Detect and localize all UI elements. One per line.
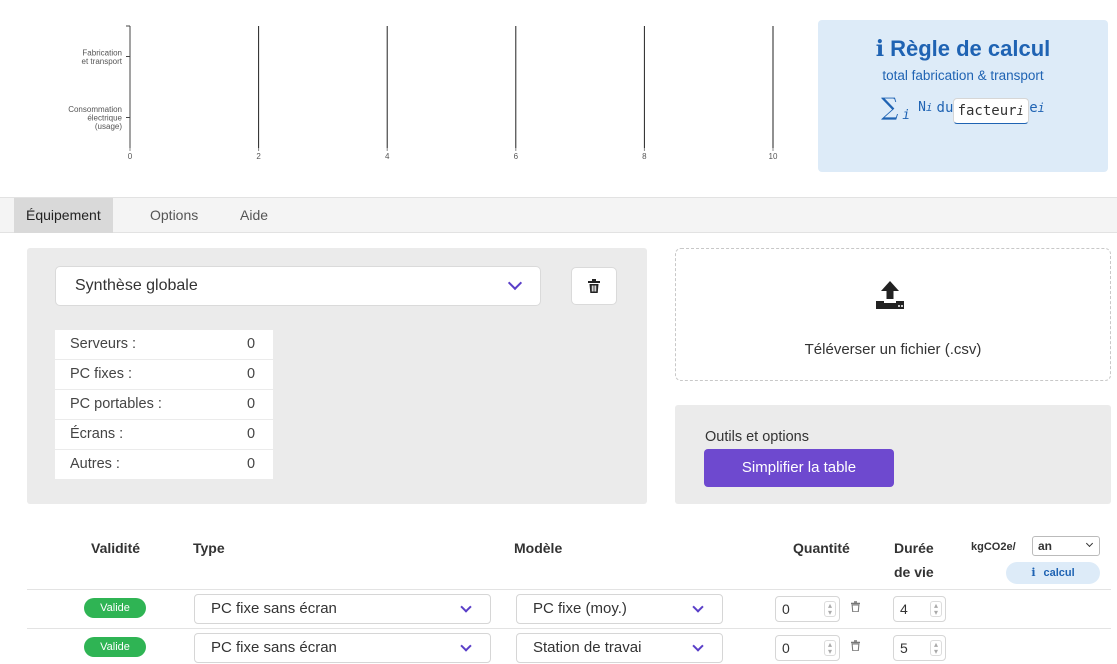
lifetime-stepper[interactable]: ▴ ▾ xyxy=(930,640,942,656)
delete-button[interactable] xyxy=(571,267,617,305)
category-label: (usage) xyxy=(95,122,122,131)
status-badge: Valide xyxy=(84,637,146,657)
n-term: Ni xyxy=(918,99,933,115)
calculation-rule-panel: i Règle de calcul total fabrication & tra… xyxy=(818,20,1108,172)
stat-row-ecrans: Écrans :0 xyxy=(55,420,273,449)
category-label: et transport xyxy=(82,57,123,66)
tools-label: Outils et options xyxy=(705,429,809,445)
stat-row-pc-fixes: PC fixes :0 xyxy=(55,360,273,389)
rule-formula: ∑ i Ni facteuri durée de viei xyxy=(818,93,1108,124)
row-divider xyxy=(27,589,1111,590)
info-icon: i xyxy=(875,36,885,62)
x-tick-label: 0 xyxy=(128,152,133,161)
rule-title: i Règle de calcul xyxy=(875,36,1051,62)
formula-fraction: facteuri durée de viei xyxy=(937,98,1045,124)
model-select[interactable]: Station de travai xyxy=(516,633,723,663)
quantity-input[interactable]: 0 ▴ ▾ xyxy=(775,635,840,661)
impact-chart: 0 2 4 6 8 10Fabricationet transportConsommati… xyxy=(68,25,778,161)
row-divider xyxy=(27,628,1111,629)
x-tick-label: 10 xyxy=(769,152,778,161)
row-delete-icon[interactable] xyxy=(851,601,860,612)
x-tick-label: 2 xyxy=(256,152,261,161)
chevron-down-icon xyxy=(692,601,704,613)
chevron-down-icon xyxy=(1085,539,1094,548)
header-lifetime-line1: Durée xyxy=(894,540,934,556)
tab-bar: Équipement Options Aide xyxy=(0,197,1117,233)
sum-symbol: ∑ xyxy=(881,93,899,121)
tab-aide[interactable]: Aide xyxy=(228,198,280,233)
quantity-input[interactable]: 0 ▴ ▾ xyxy=(775,596,840,622)
x-tick-label: 6 xyxy=(514,152,519,161)
chevron-down-icon xyxy=(460,601,472,613)
upload-label: Téléverser un fichier (.csv) xyxy=(804,341,982,358)
tab-options[interactable]: Options xyxy=(138,198,210,233)
synthesis-select-value: Synthèse globale xyxy=(75,277,198,294)
chevron-down-icon xyxy=(460,640,472,652)
lifetime-stepper[interactable]: ▴ ▾ xyxy=(930,601,942,617)
x-tick-label: 8 xyxy=(642,152,647,161)
stats-list: Serveurs :0 PC fixes :0 PC portables :0 … xyxy=(55,330,273,480)
synthesis-panel: Synthèse globale Serveurs :0 PC fixes :0… xyxy=(27,248,647,504)
header-model: Modèle xyxy=(514,540,563,556)
sum-index: i xyxy=(902,107,911,123)
stat-row-pc-portables: PC portables :0 xyxy=(55,390,273,419)
status-badge: Valide xyxy=(84,598,146,618)
period-select-value: an xyxy=(1038,539,1053,553)
type-select[interactable]: PC fixe sans écran xyxy=(194,633,491,663)
formula-numerator: facteuri xyxy=(952,98,1029,124)
period-select[interactable]: an xyxy=(1032,536,1100,556)
chevron-down-icon xyxy=(692,640,704,652)
model-select[interactable]: PC fixe (moy.) xyxy=(516,594,723,624)
calculation-button[interactable]: i calcul xyxy=(1006,562,1100,584)
synthesis-select[interactable]: Synthèse globale xyxy=(55,266,541,306)
header-validity: Validité xyxy=(91,540,141,556)
x-tick-label: 4 xyxy=(385,152,390,161)
quantity-stepper[interactable]: ▴ ▾ xyxy=(824,640,836,656)
quantity-stepper[interactable]: ▴ ▾ xyxy=(824,601,836,617)
stat-row-servers: Serveurs :0 xyxy=(55,330,273,359)
lifetime-input[interactable]: 5 ▴ ▾ xyxy=(893,635,946,661)
tab-equipement[interactable]: Équipement xyxy=(14,198,113,233)
trash-icon xyxy=(588,279,600,293)
simplify-table-button[interactable]: Simplifier la table xyxy=(704,449,894,487)
header-quantity: Quantité xyxy=(793,540,850,556)
stat-row-autres: Autres :0 xyxy=(55,450,273,479)
upload-icon xyxy=(876,281,904,309)
header-lifetime-line2: de vie xyxy=(894,564,934,580)
info-icon: i xyxy=(1031,566,1036,579)
chevron-down-icon xyxy=(507,275,523,291)
rule-subtitle: total fabrication & transport xyxy=(882,68,1044,83)
tools-panel: Outils et options Simplifier la table xyxy=(675,405,1111,504)
row-delete-icon[interactable] xyxy=(851,640,860,651)
type-select[interactable]: PC fixe sans écran xyxy=(194,594,491,624)
lifetime-input[interactable]: 4 ▴ ▾ xyxy=(893,596,946,622)
csv-upload-dropzone[interactable]: Téléverser un fichier (.csv) xyxy=(675,248,1111,381)
unit-label: kgCO2e/ xyxy=(971,541,1016,553)
header-type: Type xyxy=(193,540,225,556)
